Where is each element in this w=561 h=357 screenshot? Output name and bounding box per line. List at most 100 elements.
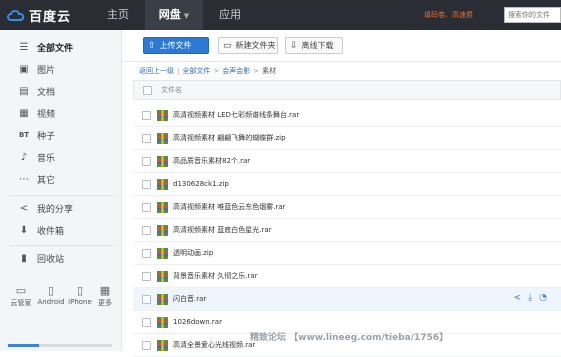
storage-progress-bar xyxy=(8,344,112,347)
file-name[interactable]: 高清视频素材 蓝底白色星光.rar xyxy=(173,219,272,241)
nav-disk[interactable]: 网盘 ▼ xyxy=(145,0,203,30)
torrent-icon: BT xyxy=(18,131,30,139)
table-row[interactable]: 透明动画.zip xyxy=(133,242,561,265)
archive-file-icon xyxy=(157,133,168,144)
trash-icon: ▮ xyxy=(21,252,27,264)
row-checkbox[interactable] xyxy=(142,249,151,258)
table-row[interactable]: d130628ck1.zip xyxy=(133,173,561,196)
row-checkbox[interactable] xyxy=(142,272,151,281)
new-folder-button[interactable]: ▭ 新建文件夹 xyxy=(218,37,278,54)
breadcrumb-back-link[interactable]: 返回上一级 xyxy=(139,67,174,75)
row-checkbox[interactable] xyxy=(142,226,151,235)
row-checkbox[interactable] xyxy=(142,295,151,304)
file-name[interactable]: 高清视频素材 LED七彩频谱线条舞台.rar xyxy=(173,104,299,126)
upload-button[interactable]: ⇧ 上传文件 xyxy=(143,37,209,54)
sidebar-item-recycle-bin[interactable]: ▮ 回收站 xyxy=(0,247,122,269)
sidebar-item-all-files[interactable]: ☰ 全部文件 xyxy=(0,36,122,58)
file-name[interactable]: 透明动画.zip xyxy=(173,242,213,264)
new-folder-label: 新建文件夹 xyxy=(235,41,276,50)
offline-download-button[interactable]: ⇩ 离线下载 xyxy=(285,37,343,54)
baidu-cloud-logo[interactable]: 百度云 xyxy=(6,6,72,25)
image-icon: ▣ xyxy=(19,63,29,75)
toolbar: ⇧ 上传文件 ▭ 新建文件夹 ⇩ 离线下载 xyxy=(123,30,561,60)
sidebar-item-videos[interactable]: ▦ 视频 xyxy=(0,102,122,124)
sidebar-item-torrents[interactable]: BT 种子 xyxy=(0,124,122,146)
device-more[interactable]: ▦ 更多 xyxy=(90,284,120,308)
other-icon: ⋯ xyxy=(19,173,29,185)
upload-icon: ⇧ xyxy=(148,40,156,51)
table-row[interactable]: 高清视频素材 翩翩飞舞的蝴蝶群.zip xyxy=(133,127,561,150)
archive-file-icon xyxy=(157,248,168,259)
folder-icon: ▭ xyxy=(223,40,232,51)
cloud-logo-icon xyxy=(7,10,25,21)
breadcrumb-all-files-link[interactable]: 全部文件 xyxy=(182,67,210,75)
sidebar-item-my-shares[interactable]: < 我的分享 xyxy=(0,197,122,219)
archive-file-icon xyxy=(157,202,168,213)
sidebar-item-music[interactable]: ♪ 音乐 xyxy=(0,146,122,168)
breadcrumb: 返回上一级 | 全部文件 > 会声会影 > 素材 xyxy=(123,61,561,79)
download-icon: ⇩ xyxy=(290,40,298,51)
monitor-icon: ▭ xyxy=(15,284,27,297)
row-checkbox[interactable] xyxy=(142,203,151,212)
nav-disk-label: 网盘 xyxy=(158,8,181,21)
share-icon[interactable]: < xyxy=(514,293,522,303)
all-files-icon: ☰ xyxy=(19,41,29,53)
breadcrumb-parent-link[interactable]: 会声会影 xyxy=(222,67,250,75)
file-table-header: 文件名 xyxy=(133,80,561,100)
file-name[interactable]: 高清视频素材 唯蓝色云东色烟雾.rar xyxy=(173,196,286,218)
sidebar-item-images[interactable]: ▣ 图片 xyxy=(0,58,122,80)
row-checkbox[interactable] xyxy=(142,341,151,350)
more-icon[interactable]: ◔ xyxy=(539,293,547,303)
file-name[interactable]: 高清全景爱心光线视频.rar xyxy=(173,334,255,356)
music-icon: ♪ xyxy=(20,151,28,163)
archive-file-icon xyxy=(157,271,168,282)
sidebar-item-label: 收件箱 xyxy=(37,226,65,237)
table-row[interactable]: 高清视频素材 LED七彩频谱线条舞台.rar xyxy=(133,104,561,127)
sidebar-item-documents[interactable]: ▤ 文档 xyxy=(0,80,122,102)
sidebar-item-label: 音乐 xyxy=(37,153,56,164)
row-checkbox[interactable] xyxy=(142,134,151,143)
sidebar-item-inbox[interactable]: ⬇ 收件箱 xyxy=(0,219,122,241)
device-android[interactable]: ▯ Android xyxy=(36,284,66,306)
sidebar-divider xyxy=(10,195,114,196)
table-row[interactable]: 高品质音乐素材82个.rar xyxy=(133,150,561,173)
table-row[interactable]: 高清视频素材 唯蓝色云东色烟雾.rar xyxy=(133,196,561,219)
nav-app[interactable]: 应用 xyxy=(205,0,255,30)
file-name[interactable]: 闪白音.rar xyxy=(173,288,206,310)
sidebar-item-label: 回收站 xyxy=(37,254,65,265)
device-pc-manager[interactable]: ▭ 云管家 xyxy=(6,284,36,308)
sidebar-item-label: 文档 xyxy=(37,87,56,98)
row-checkbox[interactable] xyxy=(142,111,151,120)
top-navigation-bar: 百度云 主页 网盘 ▼ 应用 填码卷、高速费 xyxy=(0,0,561,30)
table-row[interactable]: 高清视频素材 蓝底白色星光.rar xyxy=(133,219,561,242)
row-checkbox[interactable] xyxy=(142,180,151,189)
file-name[interactable]: 背景音乐素材 久彻之乐.rar xyxy=(173,265,258,287)
sidebar-item-label: 图片 xyxy=(37,65,56,76)
file-name[interactable]: 1026down.rar xyxy=(173,311,222,333)
file-name[interactable]: 高品质音乐素材82个.rar xyxy=(173,150,250,172)
upload-label: 上传文件 xyxy=(159,41,192,50)
nav-home[interactable]: 主页 xyxy=(93,0,143,30)
archive-file-icon xyxy=(157,110,168,121)
device-label: iPhone xyxy=(68,298,92,306)
row-checkbox[interactable] xyxy=(142,318,151,327)
sidebar-divider xyxy=(10,245,114,246)
table-row[interactable]: 背景音乐素材 久彻之乐.rar xyxy=(133,265,561,288)
video-icon: ▦ xyxy=(19,107,29,119)
logo-text: 百度云 xyxy=(29,9,72,25)
table-row[interactable]: 闪白音.rar < ⤓ ◔ xyxy=(133,288,561,311)
user-links[interactable]: 填码卷、高速费 xyxy=(424,0,473,30)
file-name[interactable]: d130628ck1.zip xyxy=(173,173,229,195)
share-icon: < xyxy=(19,202,29,214)
watermark-text: 精致论坛 【www.lineeg.com/tieba/1756】 xyxy=(250,333,449,343)
more-grid-icon: ▦ xyxy=(99,284,111,297)
file-name[interactable]: 高清视频素材 翩翩飞舞的蝴蝶群.zip xyxy=(173,127,286,149)
column-header-filename[interactable]: 文件名 xyxy=(161,81,182,99)
row-checkbox[interactable] xyxy=(142,157,151,166)
sidebar-item-other[interactable]: ⋯ 其它 xyxy=(0,168,122,190)
row-actions: < ⤓ ◔ xyxy=(514,293,547,303)
search-input[interactable] xyxy=(504,7,561,23)
sidebar-item-label: 其它 xyxy=(37,175,56,186)
select-all-checkbox[interactable] xyxy=(143,86,152,95)
download-icon[interactable]: ⤓ xyxy=(528,293,532,303)
